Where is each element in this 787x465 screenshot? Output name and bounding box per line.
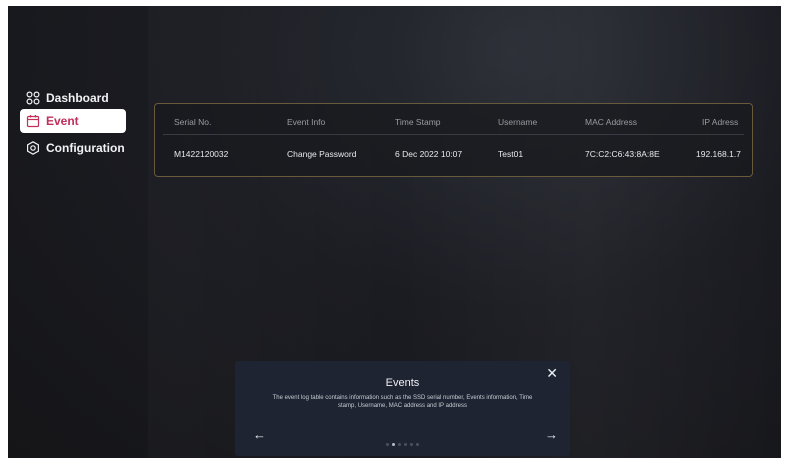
tour-description: The event log table contains information… [272,395,533,409]
tour-title: Events [385,377,420,389]
app-window: Dashboard Event Configuration Serial No.… [8,6,781,458]
sidebar-item-configuration[interactable]: Configuration [20,136,126,160]
cell-username: Test01 [498,149,524,159]
dashboard-grid-icon [26,91,40,105]
tour-popover: ✕ Events The event log table contains in… [235,361,570,456]
cell-serial: M1422120032 [174,149,229,159]
column-header-event-info: Event Info [287,117,326,127]
column-header-mac-address: MAC Address [585,117,637,127]
cell-ip-address: 192.168.1.7 [696,149,741,159]
table-row[interactable]: M1422120032 Change Password 6 Dec 2022 1… [155,144,752,164]
cell-event-info: Change Password [287,149,357,159]
sidebar-item-event[interactable]: Event [20,109,126,133]
column-header-username: Username [498,117,538,127]
cell-mac-address: 7C:C2:C6:43:8A:8E [585,149,660,159]
column-header-serial: Serial No. [174,117,212,127]
step-dot-active[interactable] [392,443,395,446]
step-dot[interactable] [416,443,419,446]
sidebar-item-label: Configuration [46,141,125,155]
sidebar: Dashboard Event Configuration [8,6,148,458]
sidebar-item-label: Event [46,114,79,128]
column-header-time-stamp: Time Stamp [395,117,441,127]
cell-time-stamp: 6 Dec 2022 10:07 [395,149,463,159]
configuration-gear-icon [26,141,40,155]
step-dot[interactable] [410,443,413,446]
tour-step-dots [235,443,570,446]
arrow-right-icon[interactable]: → [545,427,558,442]
step-dot[interactable] [386,443,389,446]
column-header-ip-address: IP Adress [702,117,739,127]
calendar-icon [26,114,40,128]
sidebar-item-label: Dashboard [46,91,109,105]
header-divider [163,134,744,135]
sidebar-item-dashboard[interactable]: Dashboard [20,86,126,110]
step-dot[interactable] [404,443,407,446]
table-header-row: Serial No. Event Info Time Stamp Usernam… [155,112,752,132]
arrow-left-icon[interactable]: ← [253,427,266,442]
step-dot[interactable] [398,443,401,446]
event-log-table: Serial No. Event Info Time Stamp Usernam… [154,103,753,177]
